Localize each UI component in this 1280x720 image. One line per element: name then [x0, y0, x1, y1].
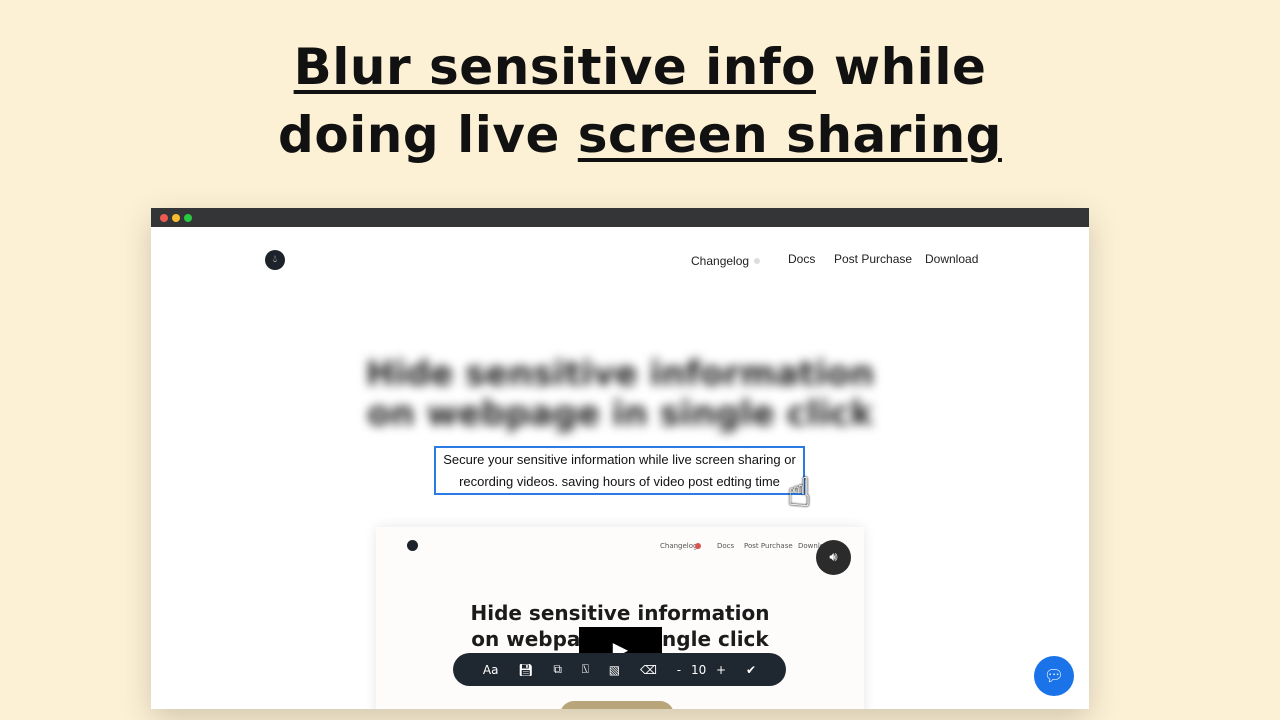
copy-icon[interactable]: ⧉	[553, 662, 562, 677]
selected-text-box[interactable]: Secure your sensitive information while …	[434, 446, 805, 495]
save-icon[interactable]: 💾︎	[518, 663, 533, 677]
changelog-badge	[754, 258, 760, 264]
cta-button[interactable]	[560, 701, 674, 709]
size-increase-button[interactable]: +	[716, 663, 726, 677]
drop-icon[interactable]: 💧︎	[265, 250, 285, 270]
headline-text: doing live	[278, 106, 578, 164]
selected-text-line: Secure your sensitive information while …	[443, 452, 796, 467]
nav-docs[interactable]: Docs	[788, 252, 815, 266]
title-bar	[151, 208, 1089, 227]
area-select-icon[interactable]: ▧	[609, 663, 620, 677]
chat-bubble-icon[interactable]: 💬︎	[1034, 656, 1074, 696]
headline-underlined: screen sharing	[577, 106, 1002, 164]
maximize-dot[interactable]	[184, 214, 192, 222]
preview-nav-item: Post Purchase	[744, 542, 793, 550]
preview-nav-item: Docs	[717, 542, 735, 550]
preview-nav-item: Changelog	[660, 542, 698, 550]
preview-title-line: Hide sensitive information	[470, 601, 770, 625]
nav-changelog[interactable]: Changelog	[691, 254, 749, 268]
preview-badge	[695, 543, 701, 549]
confirm-check-icon[interactable]: ✔	[746, 663, 756, 677]
selected-text-line: recording videos. saving hours of video …	[459, 474, 780, 489]
browser-window: 💧︎ Changelog Docs Post Purchase Download…	[151, 208, 1089, 709]
blur-toolbar: Aa 💾︎ ⧉ ⍂ ▧ ⌫ - 10 + ✔	[453, 653, 786, 686]
close-dot[interactable]	[160, 214, 168, 222]
nav-post-purchase[interactable]: Post Purchase	[834, 252, 912, 266]
headline-line-2: doing live screen sharing	[0, 106, 1280, 164]
blurred-title-line-2: on webpage in single click	[367, 394, 873, 434]
minimize-dot[interactable]	[172, 214, 180, 222]
text-tool-button[interactable]: Aa	[483, 663, 499, 677]
blurred-title-line-1: Hide sensitive information	[365, 354, 875, 394]
size-decrease-button[interactable]: -	[677, 663, 681, 677]
eraser-icon[interactable]: ⌫	[640, 663, 657, 677]
headline-text: while	[815, 38, 987, 96]
paint-roller-icon[interactable]: ⍂	[582, 662, 589, 677]
headline-line-1: Blur sensitive info while	[0, 38, 1280, 96]
hand-cursor-icon: ☝︎	[787, 470, 812, 516]
nav-download[interactable]: Download	[925, 252, 978, 266]
size-value: 10	[690, 662, 707, 677]
headline-underlined: Blur sensitive info	[293, 38, 816, 96]
drop-icon	[407, 540, 418, 551]
speaker-icon[interactable]: 🔊︎	[816, 540, 851, 575]
